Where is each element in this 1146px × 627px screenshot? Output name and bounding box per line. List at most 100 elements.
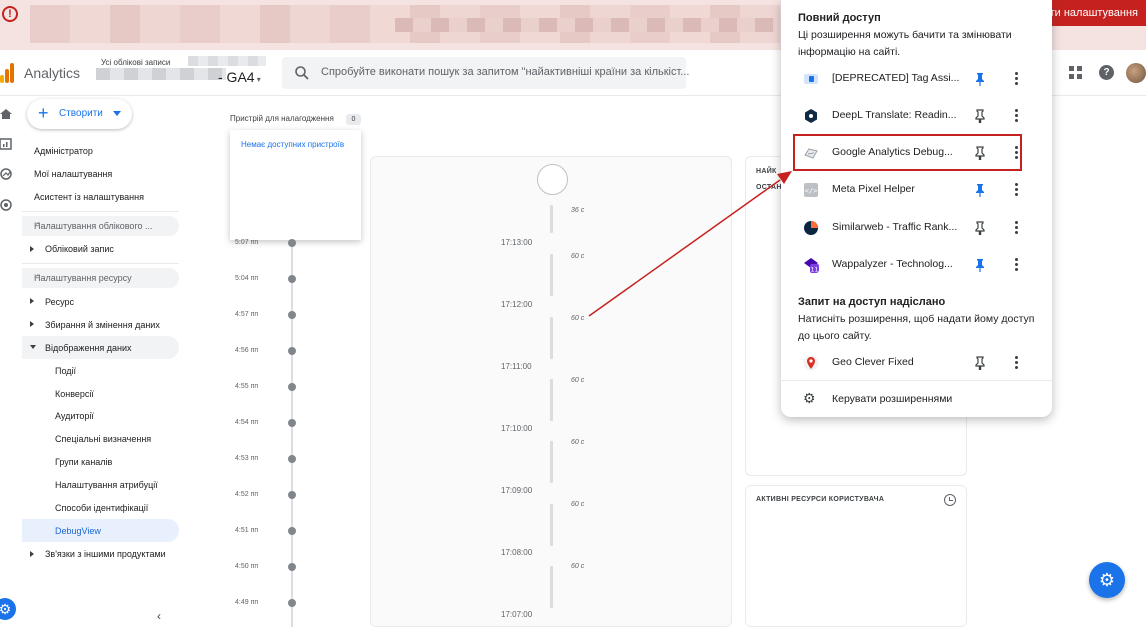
pin-icon-filled[interactable] [974, 258, 986, 272]
extensions-popup: Повний доступ Ці розширення можуть бачит… [781, 0, 1052, 417]
more-vert-icon[interactable] [1011, 258, 1021, 272]
pin-icon-filled[interactable] [974, 72, 986, 86]
nav-my-settings[interactable]: Мої налаштування [34, 169, 112, 179]
extension-row-meta-pixel[interactable]: </> Meta Pixel Helper [781, 175, 1052, 205]
extension-row-geo-clever[interactable]: Geo Clever Fixed [781, 348, 1052, 378]
minute-label: 5:04 пп [235, 275, 259, 282]
nav-reporting-identity[interactable]: Способи ідентифікації [55, 503, 148, 513]
pin-icon-filled[interactable] [974, 183, 986, 197]
second-bar[interactable] [550, 566, 553, 608]
more-vert-icon[interactable] [1011, 72, 1021, 86]
more-vert-icon[interactable] [1011, 356, 1021, 370]
nav-audiences[interactable]: Аудиторії [55, 411, 94, 421]
minute-dot[interactable] [288, 311, 296, 319]
analytics-logo-icon [0, 63, 14, 83]
minute-label: 4:49 пп [235, 599, 259, 606]
screen: ! ити налаштування Analytics Усі обліков… [0, 0, 1146, 627]
minute-dot[interactable] [288, 347, 296, 355]
minute-label: 5:07 пп [235, 239, 259, 246]
pin-icon-outline[interactable] [974, 109, 986, 123]
nav-data-display[interactable]: Відображення даних [45, 343, 132, 353]
help-icon[interactable]: ? [1099, 65, 1114, 80]
search-input[interactable]: Спробуйте виконати пошук за запитом "най… [282, 57, 689, 89]
gear-icon: ⚙ [803, 390, 816, 406]
nav-channel-groups[interactable]: Групи каналів [55, 457, 112, 467]
extension-name: Meta Pixel Helper [832, 183, 915, 195]
debug-device-dropdown[interactable]: Немає доступних пристроїв [230, 130, 361, 240]
search-icon [295, 66, 309, 80]
account-breadcrumb[interactable]: Усі облікові записи [101, 58, 170, 67]
nav-admin[interactable]: Адміністратор [34, 146, 93, 156]
second-duration: 60 с [571, 315, 585, 322]
nav-data-collection[interactable]: Збирання й змінення даних [45, 320, 160, 330]
minute-dot[interactable] [288, 239, 296, 247]
nav-custom-definitions[interactable]: Спеціальні визначення [55, 434, 151, 444]
more-vert-icon[interactable] [1011, 109, 1021, 123]
minute-dot[interactable] [288, 419, 296, 427]
avatar[interactable] [1126, 63, 1146, 83]
tag-assistant-icon [804, 74, 818, 84]
finish-setup-button[interactable]: ити налаштування [1037, 0, 1146, 26]
pin-icon-outline[interactable] [974, 356, 986, 370]
more-vert-icon[interactable] [1011, 183, 1021, 197]
extension-name: [DEPRECATED] Tag Assi... [832, 72, 960, 84]
second-bar[interactable] [550, 317, 553, 359]
manage-extensions-link[interactable]: Керувати розширеннями [832, 393, 952, 405]
expand-arrow-icon [30, 321, 34, 327]
warning-icon: ! [2, 6, 18, 22]
ai-assistant-fab[interactable]: ⚙ [1089, 562, 1125, 598]
property-settings-section[interactable]: Налаштування ресурсу ⌃ [22, 268, 179, 288]
second-time-label: 17:10:00 [501, 424, 533, 433]
home-icon[interactable] [0, 108, 12, 120]
second-bar[interactable] [550, 379, 553, 421]
plus-icon: + [38, 103, 49, 123]
nav-debugview[interactable]: DebugView [55, 526, 101, 536]
extension-row-deepl[interactable]: DeepL Translate: Readin... [781, 101, 1052, 131]
nav-setup-assistant[interactable]: Асистент із налаштування [34, 192, 144, 202]
second-bar[interactable] [550, 441, 553, 483]
nav-events[interactable]: Події [55, 366, 76, 376]
minute-dot[interactable] [288, 383, 296, 391]
full-access-description: Ці розширення можуть бачити та змінювати… [798, 29, 1012, 58]
extension-row-similarweb[interactable]: Similarweb - Traffic Rank... [781, 213, 1052, 243]
collapse-sidebar-icon[interactable]: ‹ [157, 609, 161, 623]
chevron-up-icon: ⌃ [34, 221, 42, 231]
second-bar[interactable] [550, 504, 553, 546]
admin-gear-icon[interactable]: ⚙ [0, 598, 16, 620]
divider [22, 211, 179, 212]
nav-conversions[interactable]: Конверсії [55, 389, 94, 399]
extension-row-wappalyzer[interactable]: 11 Wappalyzer - Technolog... [781, 250, 1052, 280]
minute-dot[interactable] [288, 455, 296, 463]
nav-account[interactable]: Обліковий запис [45, 244, 114, 254]
nav-product-links[interactable]: Зв'язки з іншими продуктами [45, 549, 166, 559]
minute-dot[interactable] [288, 491, 296, 499]
minute-dot[interactable] [288, 275, 296, 283]
create-button[interactable]: + Створити [27, 99, 132, 129]
minute-dot[interactable] [288, 563, 296, 571]
second-time-label: 17:09:00 [501, 486, 533, 495]
chevron-up-icon: ⌃ [34, 273, 42, 283]
second-bar[interactable] [550, 254, 553, 296]
extension-row-tag-assistant[interactable]: [DEPRECATED] Tag Assi... [781, 64, 1052, 94]
nav-attribution-settings[interactable]: Налаштування атрибуції [55, 480, 158, 490]
svg-text:11: 11 [811, 267, 819, 274]
blurred-property-name[interactable] [96, 68, 226, 80]
nav-property[interactable]: Ресурс [45, 297, 74, 307]
advertising-icon[interactable] [0, 199, 12, 211]
second-duration: 60 с [571, 253, 585, 260]
no-devices-option[interactable]: Немає доступних пристроїв [241, 140, 344, 149]
minute-dot[interactable] [288, 527, 296, 535]
debug-device-label[interactable]: Пристрій для налагодження [230, 114, 334, 123]
second-bar[interactable] [550, 205, 553, 233]
minute-label: 4:51 пп [235, 527, 259, 534]
more-vert-icon[interactable] [1011, 221, 1021, 235]
explore-icon[interactable] [0, 168, 12, 180]
account-settings-section[interactable]: Налаштування облікового ... ⌃ [22, 216, 179, 236]
divider [781, 380, 1052, 381]
history-icon[interactable] [944, 494, 956, 506]
reports-icon[interactable] [0, 138, 12, 150]
pin-icon-outline[interactable] [974, 221, 986, 235]
apps-grid-icon[interactable] [1069, 66, 1083, 80]
minute-dot[interactable] [288, 599, 296, 607]
property-selector[interactable]: - GA4 ▾ [218, 69, 261, 85]
